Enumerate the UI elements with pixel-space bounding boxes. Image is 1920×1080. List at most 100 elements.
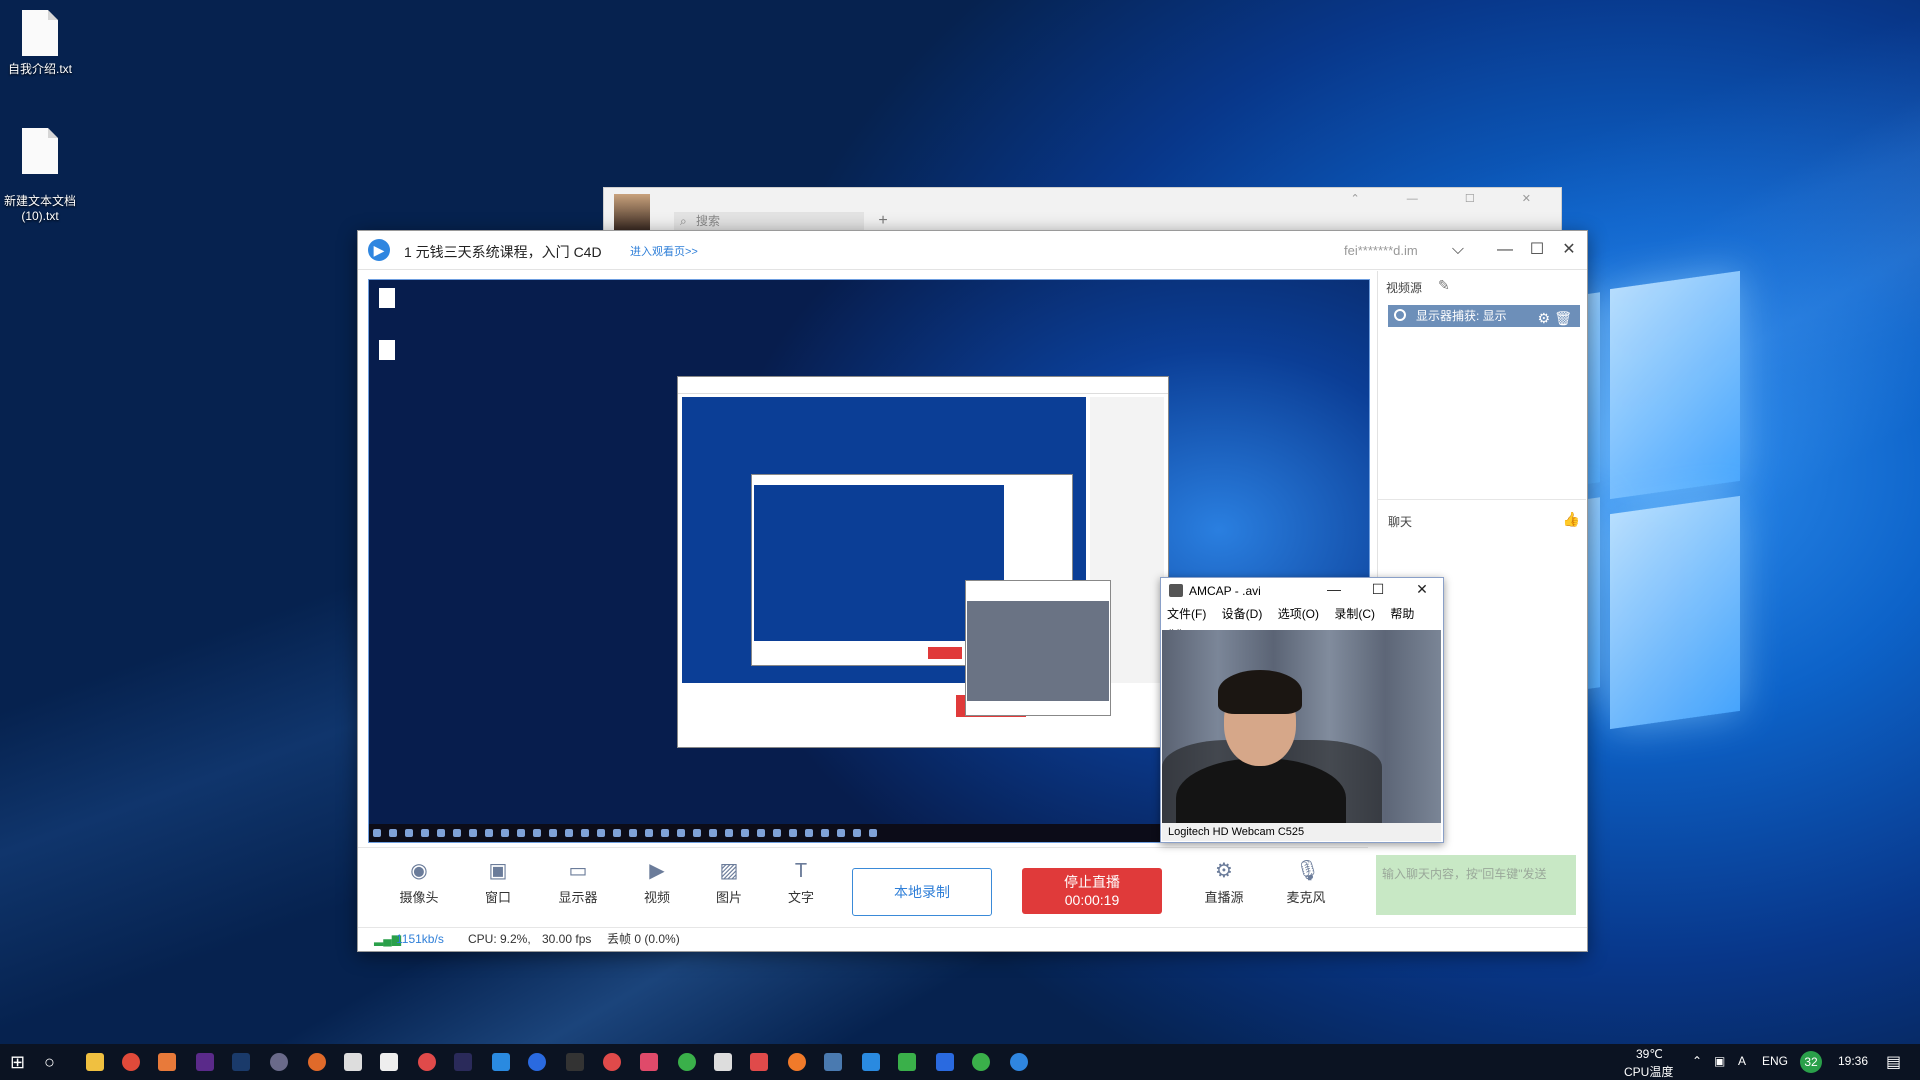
tool-camera[interactable]: ◉ 摄像头 xyxy=(391,860,447,906)
amcap-menu-bar: 文件(F) 设备(D) 选项(O) 录制(C) 帮助(H) xyxy=(1161,604,1443,641)
cortana-icon[interactable]: ○ xyxy=(44,1052,55,1073)
notification-badge[interactable]: 32 xyxy=(1800,1051,1822,1073)
nested-amcap xyxy=(965,580,1111,716)
minimize-button[interactable]: — xyxy=(1323,581,1345,601)
desktop-icon-new-txt[interactable]: 新建文本文档 (10).txt xyxy=(0,114,80,237)
app-icon[interactable] xyxy=(862,1053,880,1071)
like-icon[interactable]: 👍 xyxy=(1563,511,1580,528)
tool-window[interactable]: ▣ 窗口 xyxy=(470,860,526,906)
trash-icon[interactable]: 🗑 xyxy=(1554,307,1572,329)
action-center-icon[interactable]: ▤ xyxy=(1886,1052,1901,1072)
telegram-icon[interactable] xyxy=(492,1053,510,1071)
chrome-icon[interactable] xyxy=(122,1053,140,1071)
app-icon[interactable] xyxy=(640,1053,658,1071)
camera-icon: ◉ xyxy=(410,860,428,882)
desktop-icon-intro-txt[interactable]: 自我介绍.txt xyxy=(0,10,80,77)
menu-capture[interactable]: 录制(C) xyxy=(1334,607,1375,621)
live-app-icon[interactable] xyxy=(1010,1053,1028,1071)
app-icon[interactable] xyxy=(418,1053,436,1071)
text-file-icon xyxy=(22,128,58,174)
background-chat-window[interactable]: ⌕ 搜索 + ⌃ — ☐ ✕ xyxy=(603,187,1562,233)
menu-device[interactable]: 设备(D) xyxy=(1222,607,1263,621)
cpu-temp-label: CPU温度 xyxy=(1624,1065,1674,1079)
window-icon: ▣ xyxy=(488,860,508,882)
text-icon: T xyxy=(794,860,808,882)
search-icon: ⌕ xyxy=(680,214,687,228)
edit-sources-icon[interactable]: ✎ xyxy=(1438,277,1450,294)
search-input[interactable]: ⌕ 搜索 xyxy=(674,212,864,230)
chat-label: 聊天 xyxy=(1388,515,1413,529)
minimize-button[interactable]: — xyxy=(1492,237,1518,263)
camera-icon xyxy=(1169,584,1183,597)
app-icon[interactable] xyxy=(528,1053,546,1071)
menu-file[interactable]: 文件(F) xyxy=(1167,607,1206,621)
windows-taskbar: ⊞ ○ 39℃ CPU温度 ⌃ ▣ A ENG 32 19:36 ▤ xyxy=(0,1044,1920,1080)
app-icon[interactable] xyxy=(936,1053,954,1071)
avatar xyxy=(614,194,650,230)
app-icon[interactable] xyxy=(824,1053,842,1071)
app-icon[interactable] xyxy=(603,1053,621,1071)
window-controls[interactable]: ⌃ — ☐ ✕ xyxy=(1351,192,1553,205)
tool-video[interactable]: ▶ 视频 xyxy=(629,860,685,906)
app-icon[interactable] xyxy=(158,1053,176,1071)
app-icon[interactable] xyxy=(270,1053,288,1071)
premiere-icon[interactable] xyxy=(196,1053,214,1071)
language-indicator[interactable]: ENG xyxy=(1762,1054,1788,1068)
bottom-toolbar: ◉ 摄像头 ▣ 窗口 ▭ 显示器 ▶ 视频 ▨ 图片 T 文字 本地录制 停止直… xyxy=(358,847,1368,926)
app-icon[interactable] xyxy=(454,1053,472,1071)
clock[interactable]: 19:36 xyxy=(1838,1054,1868,1068)
firefox-icon[interactable] xyxy=(788,1053,806,1071)
tool-microphone[interactable]: 🎙 麦克风 xyxy=(1278,860,1334,906)
close-button[interactable]: ✕ xyxy=(1556,237,1582,263)
app-icon[interactable] xyxy=(750,1053,768,1071)
sources-label: 视频源 xyxy=(1386,281,1423,295)
image-icon: ▨ xyxy=(719,860,739,882)
app-icon[interactable] xyxy=(308,1053,326,1071)
app-icon[interactable] xyxy=(344,1053,362,1071)
chat-input[interactable]: 输入聊天内容，按"回车键"发送 xyxy=(1376,855,1576,915)
ime-icon[interactable]: A xyxy=(1738,1054,1746,1068)
chevron-up-icon[interactable]: ⌃ xyxy=(1692,1054,1702,1068)
notepad-icon[interactable] xyxy=(714,1053,732,1071)
source-item-display-capture[interactable]: 显示器捕获: 显示 ⚙ 🗑 xyxy=(1388,305,1580,327)
app-icon[interactable] xyxy=(566,1053,584,1071)
app-logo-icon: ▶ xyxy=(368,239,390,261)
wechat-icon[interactable] xyxy=(972,1053,990,1071)
maximize-button[interactable]: ☐ xyxy=(1367,581,1389,601)
cpu-usage: CPU: 9.2%, xyxy=(468,932,531,946)
bitrate: 1151kb/s xyxy=(396,932,444,946)
account-dropdown-icon[interactable]: ⌵ xyxy=(1445,237,1471,263)
gear-icon: ⚙ xyxy=(1215,860,1233,882)
close-button[interactable]: ✕ xyxy=(1411,581,1433,601)
webcam-caption: Logitech HD Webcam C525 xyxy=(1162,823,1441,841)
dropped-frames: 丢帧 0 (0.0%) xyxy=(607,932,680,946)
menu-options[interactable]: 选项(O) xyxy=(1278,607,1319,621)
maximize-button[interactable]: ☐ xyxy=(1524,237,1550,263)
tool-image[interactable]: ▨ 图片 xyxy=(701,860,757,906)
preview-desktop-icon xyxy=(379,288,395,308)
tool-text[interactable]: T 文字 xyxy=(773,860,829,906)
tool-stream-source[interactable]: ⚙ 直播源 xyxy=(1196,860,1252,906)
stop-live-button[interactable]: 停止直播 00:00:19 xyxy=(1022,868,1162,914)
tool-monitor[interactable]: ▭ 显示器 xyxy=(550,860,606,906)
app-icon[interactable] xyxy=(898,1053,916,1071)
amcap-title-bar: AMCAP - .avi — ☐ ✕ xyxy=(1161,578,1443,604)
desktop-icon-label: 新建文本文档 (10).txt xyxy=(3,194,76,223)
add-button[interactable]: + xyxy=(872,212,894,230)
monitor-icon: ▭ xyxy=(568,860,588,882)
microphone-icon: 🎙 xyxy=(1295,860,1321,882)
status-bar: ▂▄▆ 1151kb/s CPU: 9.2%, 30.00 fps 丢帧 0 (… xyxy=(358,927,1587,950)
app-icon[interactable] xyxy=(678,1053,696,1071)
gear-icon[interactable]: ⚙ xyxy=(1537,307,1550,329)
user-account[interactable]: fei*******d.im xyxy=(1344,243,1418,258)
photoshop-icon[interactable] xyxy=(232,1053,250,1071)
file-explorer-icon[interactable] xyxy=(86,1053,104,1071)
amcap-window[interactable]: AMCAP - .avi — ☐ ✕ 文件(F) 设备(D) 选项(O) 录制(… xyxy=(1160,577,1444,843)
visibility-eye-icon[interactable] xyxy=(1394,309,1406,321)
cpu-temperature: 39℃ xyxy=(1636,1047,1663,1061)
enter-watch-page-link[interactable]: 进入观看页>> xyxy=(630,243,698,259)
local-record-button[interactable]: 本地录制 xyxy=(852,868,992,916)
app-icon[interactable] xyxy=(380,1053,398,1071)
tray-app-icon[interactable]: ▣ xyxy=(1714,1054,1725,1068)
start-button-icon[interactable]: ⊞ xyxy=(10,1052,25,1073)
